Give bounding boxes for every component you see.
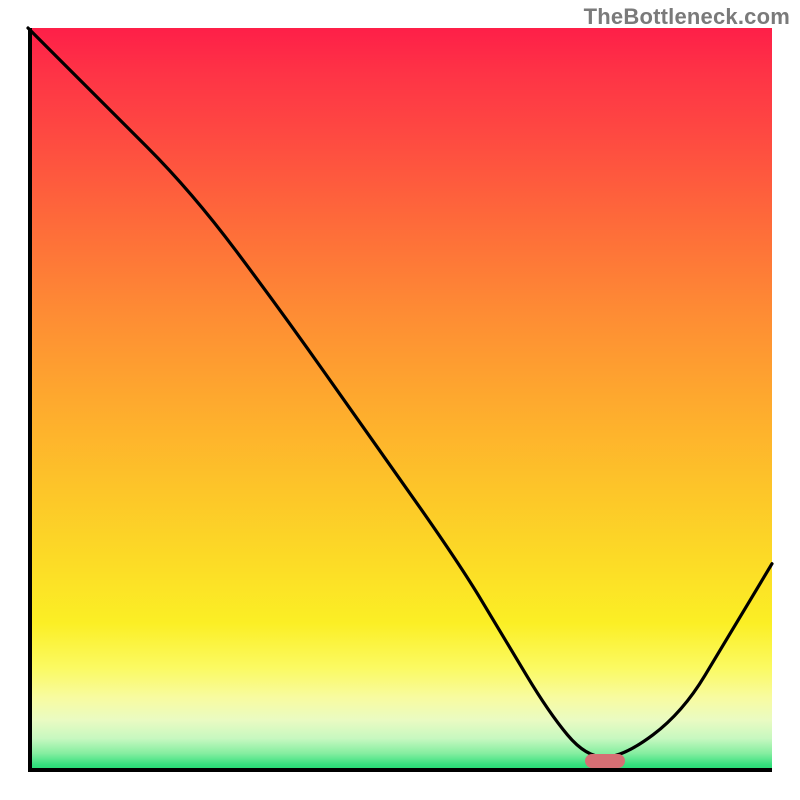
curve-layer xyxy=(28,28,772,772)
watermark-text: TheBottleneck.com xyxy=(584,4,790,30)
plot-area xyxy=(28,28,772,772)
bottleneck-curve-path xyxy=(28,28,772,757)
optimum-marker xyxy=(585,754,625,768)
chart-container: TheBottleneck.com xyxy=(0,0,800,800)
